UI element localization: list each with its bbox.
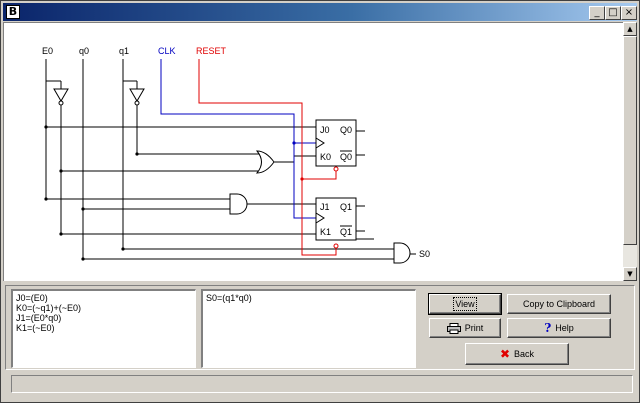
- equation-line: J0=(E0): [16, 293, 48, 303]
- copy-button-label: Copy to Clipboard: [522, 299, 596, 309]
- circuit-canvas[interactable]: E0 q0 q1 CLK RESET J0 K0 Q0 Q0 J1 K1 Q1 …: [3, 22, 637, 281]
- ff0-q-label: Q0: [340, 125, 352, 135]
- label-reset: RESET: [196, 46, 227, 56]
- label-q1: q1: [119, 46, 129, 56]
- status-bar: [11, 375, 633, 393]
- minimize-button[interactable]: _: [589, 6, 605, 20]
- and-gate-s0: [393, 242, 411, 264]
- ff0-j-label: J0: [320, 125, 330, 135]
- label-e0: E0: [42, 46, 53, 56]
- or-gate: [255, 150, 275, 174]
- inverter-gates: [53, 88, 145, 106]
- close-x-icon: ✖: [499, 347, 511, 361]
- label-q0: q0: [79, 46, 89, 56]
- scroll-down-arrow-icon[interactable]: ▼: [623, 267, 637, 281]
- equation-line: J1=(E0*q0): [16, 313, 62, 323]
- view-button[interactable]: View: [428, 293, 502, 315]
- app-icon[interactable]: B: [6, 5, 20, 19]
- wires-black: [45, 59, 416, 260]
- ff1-j-label: J1: [320, 202, 330, 212]
- ff0-k-label: K0: [320, 152, 331, 162]
- app-window: B _ □ × E0 q0 q1 CLK RESET J0 K0 Q0 Q0 J…: [0, 0, 640, 403]
- scroll-thumb[interactable]: [623, 36, 637, 245]
- output-label: S0: [419, 249, 430, 259]
- equation-line: K0=(~q1)+(~E0): [16, 303, 82, 313]
- print-button[interactable]: Print: [429, 318, 501, 338]
- flipflop-equations-box[interactable]: J0=(E0) K0=(~q1)+(~E0) J1=(E0*q0) K1=(~E…: [11, 289, 196, 368]
- ff1-k-label: K1: [320, 227, 331, 237]
- junctions: [44, 125, 139, 261]
- view-button-label: View: [453, 297, 477, 311]
- ff0-qbar-label: Q0: [340, 152, 352, 162]
- scroll-up-arrow-icon[interactable]: ▲: [623, 22, 637, 36]
- equation-line: S0=(q1*q0): [206, 293, 252, 303]
- print-button-label: Print: [464, 323, 484, 333]
- and-gate-j1: [229, 193, 248, 215]
- help-question-icon: ?: [544, 321, 552, 335]
- circuit-diagram: E0 q0 q1 CLK RESET J0 K0 Q0 Q0 J1 K1 Q1 …: [42, 46, 430, 264]
- ff1-q-label: Q1: [340, 202, 352, 212]
- ff1-qbar-label: Q1: [340, 227, 352, 237]
- label-clk: CLK: [158, 46, 176, 56]
- equation-line: K1=(~E0): [16, 323, 55, 333]
- title-bar[interactable]: B _ □ ×: [3, 3, 637, 21]
- vertical-scrollbar[interactable]: ▲ ▼: [623, 22, 637, 281]
- output-equations-box[interactable]: S0=(q1*q0): [201, 289, 416, 368]
- back-button[interactable]: ✖ Back: [465, 343, 569, 365]
- close-button[interactable]: ×: [621, 6, 637, 20]
- printer-icon: [446, 322, 461, 334]
- help-button-label: Help: [555, 323, 574, 333]
- maximize-button[interactable]: □: [605, 6, 621, 20]
- help-button[interactable]: ? Help: [507, 318, 611, 338]
- back-button-label: Back: [514, 349, 535, 359]
- copy-to-clipboard-button[interactable]: Copy to Clipboard: [507, 294, 611, 314]
